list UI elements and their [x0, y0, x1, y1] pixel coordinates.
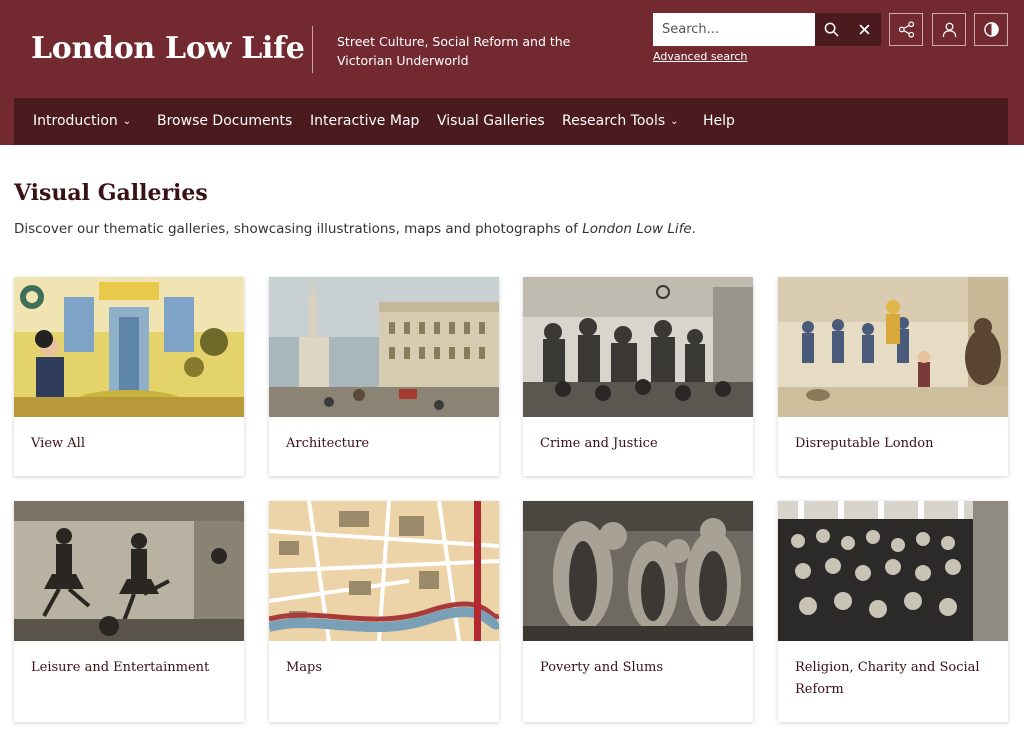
gallery-card-title: Disreputable London — [795, 436, 934, 451]
nav-item-label: Help — [703, 113, 735, 129]
gallery-thumbnail — [14, 501, 244, 641]
nav-item-label: Research Tools — [562, 113, 666, 129]
page-intro: Discover our thematic galleries, showcas… — [14, 221, 696, 237]
clear-search-button[interactable] — [848, 13, 881, 46]
site-tagline: Street Culture, Social Reform and the Vi… — [337, 34, 571, 68]
account-button[interactable] — [932, 13, 966, 46]
gallery-card-maps[interactable]: Maps — [269, 501, 499, 722]
nav-item-interactive-map[interactable]: Interactive Map — [310, 98, 419, 145]
gallery-card-title: View All — [31, 436, 85, 451]
gallery-card-crime-and-justice[interactable]: Crime and Justice — [523, 277, 753, 476]
gallery-thumbnail — [778, 277, 1008, 417]
gallery-card-title: Poverty and Slums — [540, 660, 664, 675]
chevron-down-icon: ⌄ — [122, 116, 132, 127]
gallery-thumbnail — [523, 501, 753, 641]
share-icon — [898, 21, 914, 38]
gallery-thumbnail — [778, 501, 1008, 641]
gallery-card-title: Maps — [286, 660, 323, 675]
search-icon — [824, 22, 839, 37]
site-header: London Low Life Street Culture, Social R… — [0, 0, 1024, 145]
gallery-card-leisure-and-entertainment[interactable]: Leisure and Entertainment — [14, 501, 244, 722]
gallery-card-title: Leisure and Entertainment — [31, 660, 210, 675]
gallery-thumbnail — [14, 277, 244, 417]
search-input[interactable] — [653, 13, 815, 46]
nav-item-label: Introduction — [33, 113, 118, 129]
gallery-card-architecture[interactable]: Architecture — [269, 277, 499, 476]
chevron-down-icon: ⌄ — [670, 116, 679, 127]
nav-item-visual-galleries[interactable]: Visual Galleries — [437, 98, 545, 145]
search-button[interactable] — [815, 13, 848, 46]
close-icon — [859, 24, 870, 35]
nav-item-label: Interactive Map — [310, 113, 420, 129]
share-button[interactable] — [889, 13, 923, 46]
gallery-card-title: Religion, Charity and Social Reform — [795, 660, 980, 697]
advanced-search-link[interactable]: Advanced search — [653, 50, 747, 63]
intro-suffix: . — [691, 221, 696, 237]
user-icon — [942, 22, 956, 38]
gallery-card-poverty-and-slums[interactable]: Poverty and Slums — [523, 501, 753, 722]
gallery-card-title: Crime and Justice — [540, 436, 658, 451]
gallery-thumbnail — [523, 277, 753, 417]
gallery-card-disreputable-london[interactable]: Disreputable London — [778, 277, 1008, 476]
gallery-thumbnail — [269, 277, 499, 417]
contrast-toggle-button[interactable] — [974, 13, 1008, 46]
nav-item-label: Visual Galleries — [437, 113, 545, 129]
gallery-card-title: Architecture — [286, 436, 370, 451]
nav-item-research-tools[interactable]: Research Tools ⌄ — [562, 98, 679, 145]
site-logo[interactable]: London Low Life — [31, 31, 305, 66]
nav-item-help[interactable]: Help — [703, 98, 735, 145]
nav-item-introduction[interactable]: Introduction ⌄ — [33, 98, 131, 145]
gallery-card-view-all[interactable]: View All — [14, 277, 244, 476]
logo-divider — [312, 26, 313, 73]
intro-italic-title: London Low Life — [582, 221, 692, 237]
intro-text: Discover our thematic galleries, showcas… — [14, 221, 583, 237]
nav-item-browse-documents[interactable]: Browse Documents — [157, 98, 292, 145]
main-navigation: Introduction ⌄ Browse Documents Interacti… — [14, 98, 1008, 145]
gallery-thumbnail — [269, 501, 499, 641]
nav-item-label: Browse Documents — [157, 113, 293, 129]
page-title: Visual Galleries — [14, 180, 208, 206]
gallery-card-religion-charity-social-reform[interactable]: Religion, Charity and Social Reform — [778, 501, 1008, 722]
contrast-icon — [983, 22, 999, 37]
